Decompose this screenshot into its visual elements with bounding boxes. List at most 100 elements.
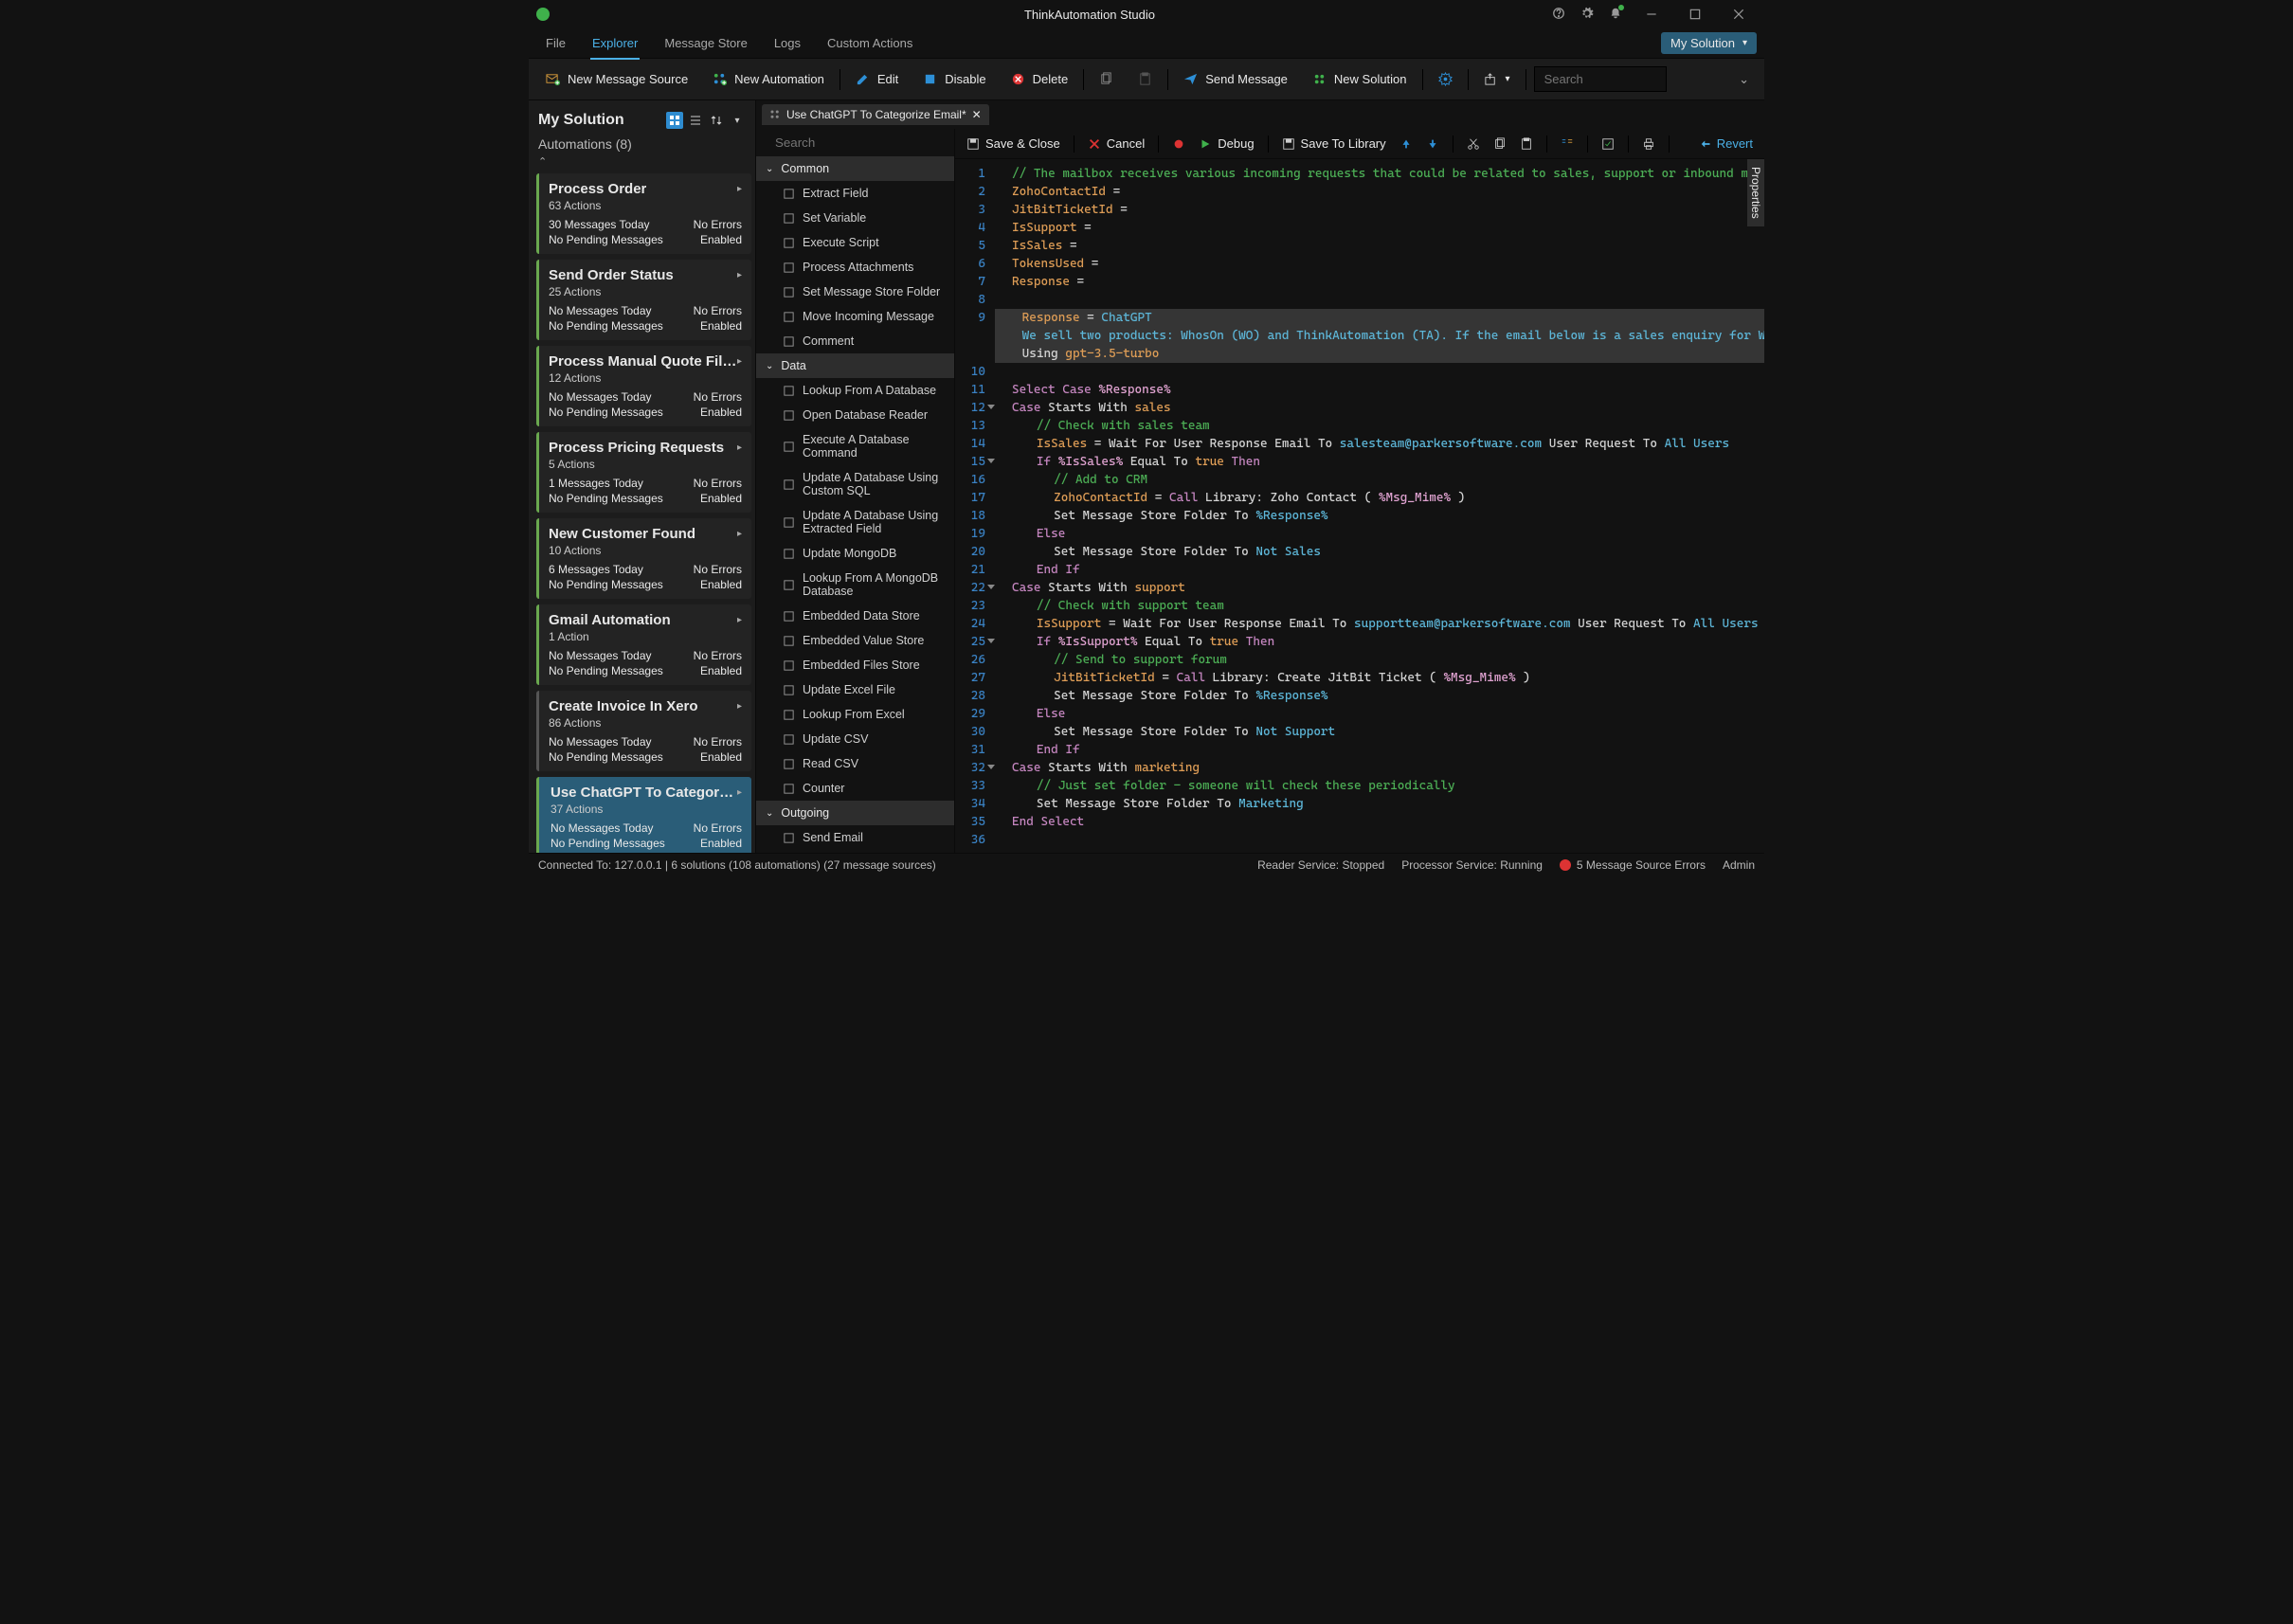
automation-card[interactable]: Process Order▸63 Actions30 Messages Toda… [536, 173, 751, 254]
new-message-source-button[interactable]: New Message Source [534, 66, 699, 92]
automation-icon [769, 109, 781, 120]
action-item[interactable]: Update CSV [756, 727, 954, 751]
action-item[interactable]: Set Variable [756, 206, 954, 230]
sidebar-collapse[interactable]: ⌃ [529, 155, 755, 173]
automation-card[interactable]: Gmail Automation▸1 ActionNo Messages Tod… [536, 604, 751, 685]
maximize-button[interactable] [1681, 5, 1709, 24]
validate-button[interactable] [1598, 135, 1618, 153]
editor-tabs: Use ChatGPT To Categorize Email* ✕ [756, 100, 1764, 129]
print-button[interactable] [1638, 135, 1659, 153]
action-item[interactable]: Comment [756, 329, 954, 353]
solution-selector[interactable]: My Solution ▾ [1661, 32, 1757, 54]
sidebar-subtitle: Automations (8) [529, 133, 755, 155]
menu-explorer[interactable]: Explorer [590, 32, 640, 54]
copy-button[interactable] [1490, 135, 1510, 153]
titlebar: ThinkAutomation Studio [529, 0, 1764, 28]
action-item[interactable]: Open Database Reader [756, 403, 954, 427]
action-item[interactable]: Embedded Data Store [756, 604, 954, 628]
menubar: File Explorer Message Store Logs Custom Acti… [529, 28, 1764, 59]
paste-button[interactable] [1127, 66, 1164, 92]
solution-label: My Solution [1670, 36, 1735, 50]
chevron-down-icon[interactable]: ▾ [729, 112, 746, 129]
record-button[interactable] [1168, 135, 1189, 153]
status-processor: Processor Service: Running [1401, 858, 1543, 872]
indent-button[interactable] [1557, 135, 1578, 153]
code-editor[interactable]: 123456789 101112131415161718192021222324… [955, 159, 1764, 853]
minimize-button[interactable] [1637, 5, 1666, 24]
save-library-button[interactable]: Save To Library [1278, 134, 1390, 153]
status-connection: Connected To: 127.0.0.1 | 6 solutions (1… [538, 858, 936, 872]
action-category[interactable]: ⌄Common [756, 156, 954, 181]
revert-button[interactable]: Revert [1696, 134, 1757, 153]
send-message-button[interactable]: Send Message [1172, 66, 1299, 92]
toolbar-expand[interactable]: ⌄ [1739, 72, 1759, 87]
paste-button[interactable] [1516, 135, 1537, 153]
automation-card[interactable]: Create Invoice In Xero▸86 ActionsNo Mess… [536, 691, 751, 771]
status-reader: Reader Service: Stopped [1257, 858, 1384, 872]
editor-toolbar: Save & Close Cancel Debug Save To Librar… [955, 129, 1764, 159]
automation-card[interactable]: New Customer Found▸10 Actions6 Messages … [536, 518, 751, 599]
edit-button[interactable]: Edit [844, 66, 910, 92]
action-item[interactable]: Update Excel File [756, 677, 954, 702]
cut-button[interactable] [1463, 135, 1484, 153]
view-list-icon[interactable] [687, 112, 704, 129]
menu-message-store[interactable]: Message Store [662, 32, 749, 54]
close-button[interactable] [1724, 5, 1753, 24]
view-grid-icon[interactable] [666, 112, 683, 129]
action-item[interactable]: Send Email [756, 825, 954, 850]
action-item[interactable]: Lookup From A Database [756, 378, 954, 403]
move-up-button[interactable] [1396, 135, 1417, 153]
action-item[interactable]: Counter [756, 776, 954, 801]
editor-tab[interactable]: Use ChatGPT To Categorize Email* ✕ [762, 104, 989, 125]
automation-card[interactable]: Send Order Status▸25 ActionsNo Messages … [536, 260, 751, 340]
sort-icon[interactable] [708, 112, 725, 129]
app-icon [536, 8, 550, 21]
automation-card[interactable]: Process Pricing Requests▸5 Actions1 Mess… [536, 432, 751, 513]
sidebar-title: My Solution [538, 112, 624, 129]
search-input[interactable] [1543, 71, 1713, 87]
new-solution-button[interactable]: New Solution [1301, 66, 1418, 92]
action-item[interactable]: Read CSV [756, 751, 954, 776]
action-item[interactable]: Embedded Files Store [756, 653, 954, 677]
action-item[interactable]: Update A Database Using Extracted Field [756, 503, 954, 541]
action-item[interactable]: Move Incoming Message [756, 304, 954, 329]
properties-tab[interactable]: Properties [1747, 159, 1764, 226]
action-item[interactable]: Extract Field [756, 181, 954, 206]
move-down-button[interactable] [1422, 135, 1443, 153]
action-category[interactable]: ⌄Data [756, 353, 954, 378]
status-admin: Admin [1723, 858, 1755, 872]
save-close-button[interactable]: Save & Close [963, 134, 1064, 153]
action-item[interactable]: Update A Database Using Custom SQL [756, 465, 954, 503]
automation-card[interactable]: Use ChatGPT To Categorize...▸37 ActionsN… [536, 777, 751, 853]
menu-file[interactable]: File [544, 32, 568, 54]
toolbar-search[interactable] [1534, 66, 1667, 92]
editor: Save & Close Cancel Debug Save To Librar… [955, 129, 1764, 853]
export-dropdown[interactable]: ▾ [1472, 66, 1522, 92]
status-errors[interactable]: 5 Message Source Errors [1560, 858, 1706, 872]
action-item[interactable]: Process Attachments [756, 255, 954, 280]
automation-card[interactable]: Process Manual Quote Files▸12 ActionsNo … [536, 346, 751, 426]
gear-icon[interactable] [1580, 7, 1594, 23]
cancel-button[interactable]: Cancel [1084, 134, 1148, 153]
action-item[interactable]: Execute Script [756, 230, 954, 255]
action-item[interactable]: Lookup From A MongoDB Database [756, 566, 954, 604]
settings-button[interactable] [1427, 66, 1464, 92]
debug-button[interactable]: Debug [1195, 134, 1257, 153]
menu-custom-actions[interactable]: Custom Actions [825, 32, 914, 54]
action-item[interactable]: Embedded Value Store [756, 628, 954, 653]
action-item[interactable]: Lookup From Excel [756, 702, 954, 727]
menu-logs[interactable]: Logs [772, 32, 803, 54]
help-icon[interactable] [1552, 7, 1565, 23]
new-automation-button[interactable]: New Automation [701, 66, 836, 92]
action-item[interactable]: Set Message Store Folder [756, 280, 954, 304]
action-category[interactable]: ⌄Outgoing [756, 801, 954, 825]
action-item[interactable]: Execute A Database Command [756, 427, 954, 465]
notification-icon[interactable] [1609, 7, 1622, 23]
chevron-down-icon: ▾ [1742, 38, 1747, 48]
disable-button[interactable]: Disable [912, 66, 997, 92]
action-item[interactable]: Update MongoDB [756, 541, 954, 566]
tab-close-icon[interactable]: ✕ [972, 108, 982, 121]
copy-button[interactable] [1088, 66, 1125, 92]
actions-search-input[interactable] [773, 135, 945, 151]
delete-button[interactable]: Delete [1000, 66, 1080, 92]
